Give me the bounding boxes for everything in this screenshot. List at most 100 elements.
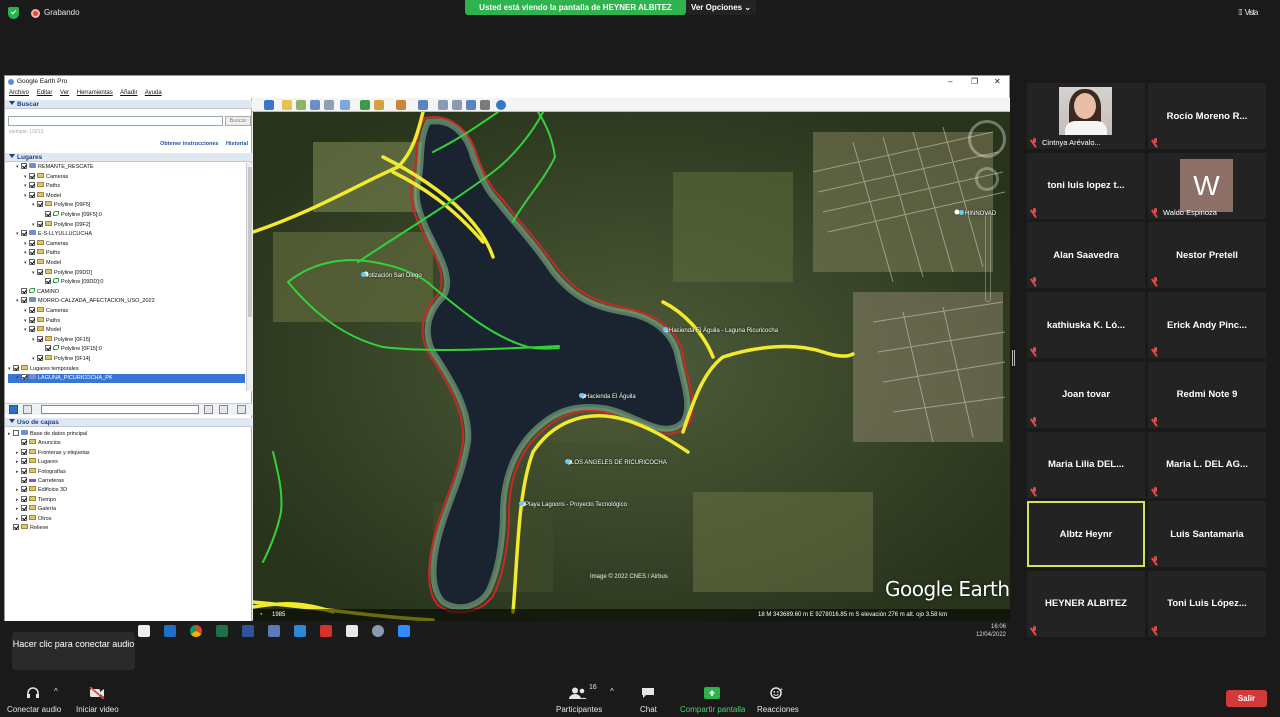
places-tree-row[interactable]: ▾ Model (24, 259, 61, 268)
visibility-checkbox[interactable] (29, 172, 35, 179)
panel-resize-handle[interactable] (1012, 350, 1015, 366)
security-shield-icon[interactable] (8, 7, 19, 19)
visibility-checkbox[interactable] (29, 259, 35, 265)
places-tree-row[interactable]: ▾ Polyline [09F2] (32, 220, 90, 230)
layer-checkbox[interactable] (21, 505, 27, 512)
map-label-hacienda-laguna[interactable]: Hacienda El Águila - Laguna Ricuricocha (663, 327, 778, 334)
places-tree-row[interactable]: ▾ Cameras (24, 172, 68, 182)
visibility-checkbox[interactable] (45, 211, 51, 217)
places-tree-row[interactable]: CAMINO (16, 287, 59, 297)
participant-tile[interactable]: W Waldo Espinoza (1148, 152, 1266, 219)
maps-icon[interactable] (480, 100, 490, 110)
layer-checkbox[interactable] (21, 458, 27, 465)
layer-checkbox[interactable] (13, 430, 19, 436)
participant-tile[interactable]: Luis Santamaria (1148, 501, 1266, 568)
layers-tree-row[interactable]: ▸ Galería (16, 505, 56, 514)
leave-button[interactable]: Salir (1226, 690, 1267, 707)
participant-tile[interactable]: Erick Andy Pinc... (1148, 292, 1266, 359)
visibility-checkbox[interactable] (29, 307, 35, 313)
layer-checkbox[interactable] (21, 477, 27, 483)
chrome-icon[interactable] (190, 625, 202, 637)
store-icon[interactable] (138, 625, 150, 637)
layer-checkbox[interactable] (21, 495, 27, 502)
layers-tree-row[interactable]: ▸ Otros (16, 514, 51, 524)
historical-imagery-icon[interactable]: ◔ (259, 609, 263, 621)
polygon-icon[interactable] (296, 100, 306, 110)
participant-tile[interactable]: Nestor Pretell (1148, 222, 1266, 289)
places-tree-row[interactable]: Polyline [09DD]:0 (40, 278, 104, 287)
participant-tile[interactable]: HEYNER ALBITEZ (1027, 570, 1145, 637)
places-scrollbar[interactable] (246, 163, 252, 391)
video-off-icon[interactable] (89, 686, 105, 700)
visibility-checkbox[interactable] (29, 182, 35, 189)
participant-tile[interactable]: toni luis lopez t... (1027, 152, 1145, 219)
panel-toggle-button[interactable] (23, 405, 32, 414)
acrobat-icon[interactable] (320, 625, 332, 637)
participant-tile[interactable]: Albtz Heynr (1027, 501, 1145, 568)
menu-editar[interactable]: Editar (37, 90, 53, 96)
places-tree-row[interactable]: ▾ MORRO-CALZADA_AFECTACION_USO_2022 (16, 297, 155, 306)
participant-tile[interactable]: Maria L. DEL AG... (1148, 431, 1266, 498)
email-icon[interactable] (438, 100, 448, 110)
participant-tile[interactable]: kathiuska K. Ló... (1027, 292, 1145, 359)
participant-tile[interactable]: Alan Saavedra (1027, 222, 1145, 289)
move-up-button[interactable] (204, 405, 213, 414)
visibility-checkbox[interactable] (29, 191, 35, 198)
menu-ayuda[interactable]: Ayuda (145, 90, 162, 96)
layers-tree-row[interactable]: Carreteras (16, 477, 64, 486)
audio-options-caret-icon[interactable]: ^ (54, 687, 58, 699)
participants-label[interactable]: Participantes (556, 705, 602, 714)
visibility-checkbox[interactable] (45, 278, 51, 285)
search-input[interactable] (8, 116, 223, 126)
participant-tile[interactable]: Maria Lilia DEL... (1027, 431, 1145, 498)
minimize-icon[interactable]: – (948, 76, 952, 88)
close-icon[interactable]: ✕ (994, 76, 1001, 88)
participant-tile[interactable]: Toni Luis López... (1148, 570, 1266, 637)
visibility-checkbox[interactable] (29, 316, 35, 323)
layers-tree-row[interactable]: ▸ Lugares (16, 458, 58, 467)
visibility-checkbox[interactable] (37, 355, 43, 361)
layer-checkbox[interactable] (21, 486, 27, 493)
maximize-icon[interactable]: ❐ (971, 76, 978, 88)
headphones-icon[interactable] (26, 686, 40, 698)
menu-archivo[interactable]: Archivo (9, 90, 29, 96)
visibility-checkbox[interactable] (37, 201, 43, 208)
overlay-icon[interactable] (324, 100, 334, 110)
excel-icon[interactable] (216, 625, 228, 637)
google-earth-taskbar-icon[interactable] (372, 625, 384, 637)
menu-herramientas[interactable]: Herramientas (77, 90, 113, 96)
visibility-checkbox[interactable] (29, 326, 35, 333)
menu-anadir[interactable]: Añadir (120, 90, 137, 96)
layers-tree-row[interactable]: Relieve (8, 524, 48, 533)
view-button[interactable]: ⁞⁞⁞ Vista (1238, 8, 1260, 17)
places-tree-row[interactable]: ▾ Polyline [0F15] (32, 335, 90, 345)
places-tree-row[interactable]: ▾ REMANTE_RESCATE (16, 163, 94, 172)
visibility-checkbox[interactable] (29, 249, 35, 256)
window-icon[interactable] (346, 625, 358, 637)
planets-icon[interactable] (396, 100, 406, 110)
places-tree-row[interactable]: ▾ Paths (24, 316, 60, 326)
places-tree-row[interactable]: ▾ Polyline [0F14] (32, 355, 90, 364)
visibility-checkbox[interactable] (21, 163, 27, 169)
tour-icon[interactable] (340, 100, 350, 110)
start-video-label[interactable]: Iniciar video (76, 705, 119, 714)
places-tree-row[interactable]: ▾ LAGUNA_PICURICOCHA_PK (8, 374, 245, 384)
view-button[interactable] (237, 405, 246, 414)
placemark-icon[interactable] (282, 100, 292, 110)
participant-tile[interactable]: Redmi Note 9 (1148, 361, 1266, 428)
mail-icon[interactable] (164, 625, 176, 637)
visibility-checkbox[interactable] (37, 220, 43, 227)
layers-panel-header[interactable]: Uso de capas (5, 418, 252, 427)
visibility-checkbox[interactable] (37, 335, 43, 342)
map-label-hacienda[interactable]: Hacienda El Águila (579, 393, 636, 400)
layers-tree-row[interactable]: ▸ Base de datos principal (8, 430, 87, 439)
participant-tile[interactable]: Joan tovar (1027, 361, 1145, 428)
print-icon[interactable] (452, 100, 462, 110)
autocad-icon[interactable] (294, 625, 306, 637)
places-tree-row[interactable]: ▾ E-S-LLYULLUCUCHA (16, 230, 92, 239)
places-tree-row[interactable]: Polyline [0F15]:0 (40, 345, 102, 354)
places-tree-row[interactable]: ▾ Paths (24, 182, 60, 191)
places-tree-row[interactable]: ▾ Model (24, 326, 61, 335)
participants-icon[interactable] (569, 686, 587, 699)
visibility-checkbox[interactable] (29, 239, 35, 246)
